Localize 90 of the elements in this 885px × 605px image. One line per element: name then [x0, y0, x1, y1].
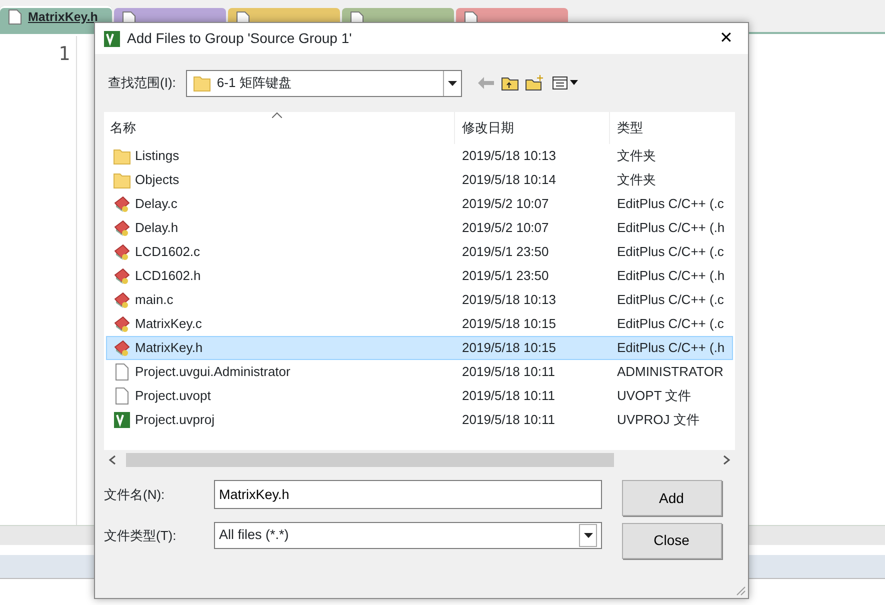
file-type: EditPlus C/C++ (.h — [617, 268, 725, 284]
file-row[interactable]: LCD1602.c 2019/5/1 23:50 EditPlus C/C++ (.c — [106, 240, 733, 264]
file-type: EditPlus C/C++ (.h — [617, 220, 725, 236]
editor-tab[interactable]: MatrixKey.h — [0, 6, 112, 32]
scroll-right-icon — [723, 455, 731, 465]
file-type: EditPlus C/C++ (.c — [617, 292, 724, 308]
file-date: 2019/5/1 23:50 — [462, 268, 549, 284]
file-name: LCD1602.h — [135, 267, 201, 286]
source-file-icon — [113, 315, 131, 333]
file-date: 2019/5/1 23:50 — [462, 244, 549, 260]
file-name: MatrixKey.c — [135, 315, 202, 334]
view-menu-icon — [552, 76, 578, 90]
source-file-icon — [113, 339, 131, 357]
file-name: Project.uvgui.Administrator — [135, 363, 290, 382]
file-type-label: 文件类型(T): — [104, 526, 178, 545]
column-header[interactable]: 类型 — [609, 112, 735, 144]
close-button[interactable]: ✕ — [704, 23, 748, 54]
file-type: UVPROJ 文件 — [617, 412, 700, 428]
scroll-left-icon — [108, 455, 116, 465]
new-folder-icon — [525, 75, 546, 91]
file-name: LCD1602.c — [135, 243, 200, 262]
file-type: UVOPT 文件 — [617, 388, 692, 404]
file-name-field[interactable]: MatrixKey.h — [214, 480, 602, 509]
folder-name: 6-1 矩阵键盘 — [216, 74, 292, 92]
file-name: Delay.c — [135, 195, 178, 214]
window-title: Add Files to Group 'Source Group 1' — [127, 29, 352, 48]
file-date: 2019/5/18 10:15 — [462, 340, 556, 356]
file-name: MatrixKey.h — [135, 339, 203, 358]
file-row[interactable]: MatrixKey.h 2019/5/18 10:15 EditPlus C/C++ (.h — [106, 336, 733, 360]
file-date: 2019/5/18 10:11 — [462, 388, 556, 404]
file-row[interactable]: Project.uvopt 2019/5/18 10:11 UVOPT 文件 — [106, 384, 733, 408]
file-type: EditPlus C/C++ (.c — [617, 244, 724, 260]
file-type-dropdown[interactable]: All files (*.*) — [214, 522, 602, 549]
back-arrow-icon — [478, 77, 494, 89]
file-row[interactable]: main.c 2019/5/18 10:13 EditPlus C/C++ (.c — [106, 288, 733, 312]
file-row[interactable]: Project.uvproj 2019/5/18 10:11 UVPROJ 文件 — [106, 408, 733, 432]
file-row[interactable]: Listings 2019/5/18 10:13 文件夹 — [106, 144, 733, 168]
caret-icon — [448, 80, 457, 86]
folder-icon — [113, 171, 131, 189]
file-name: main.c — [135, 291, 174, 310]
file-date: 2019/5/2 10:07 — [462, 196, 549, 212]
file-row[interactable]: MatrixKey.c 2019/5/18 10:15 EditPlus C/C++ (.c — [106, 312, 733, 336]
file-row[interactable]: Objects 2019/5/18 10:14 文件夹 — [106, 168, 733, 192]
file-name: Listings — [135, 147, 180, 166]
sort-caret-icon — [272, 112, 282, 118]
file-date: 2019/5/18 10:11 — [462, 364, 556, 380]
file-type: 文件夹 — [617, 172, 656, 188]
file-date: 2019/5/18 10:15 — [462, 316, 556, 332]
file-row[interactable]: Delay.h 2019/5/2 10:07 EditPlus C/C++ (.h — [106, 216, 733, 240]
file-date: 2019/5/18 10:13 — [462, 148, 556, 164]
file-date: 2019/5/18 10:14 — [462, 172, 556, 188]
source-file-icon — [113, 219, 131, 237]
dialog-button[interactable]: Add — [622, 480, 722, 516]
file-type: EditPlus C/C++ (.h — [617, 340, 725, 356]
file-row[interactable]: Project.uvgui.Administrator 2019/5/18 10:11 ADMINISTRATOR — [106, 360, 733, 384]
source-file-icon — [113, 291, 131, 309]
look-in-label: 查找范围(I): — [108, 74, 176, 92]
file-name: Project.uvopt — [135, 387, 211, 406]
document-icon — [113, 387, 131, 405]
file-date: 2019/5/2 10:07 — [462, 220, 549, 236]
file-date: 2019/5/18 10:11 — [462, 412, 556, 428]
dialog-button[interactable]: Close — [622, 522, 722, 558]
line-number: 1 — [58, 42, 70, 67]
resize-grip-icon — [736, 586, 746, 596]
column-header[interactable]: 名称 — [104, 112, 454, 144]
caret-icon — [584, 533, 592, 538]
file-type: ADMINISTRATOR — [617, 364, 724, 380]
file-row[interactable]: LCD1602.h 2019/5/1 23:50 EditPlus C/C++ (.h — [106, 264, 733, 288]
app-logo-icon — [103, 30, 121, 48]
folder-icon — [113, 147, 131, 165]
look-in-dropdown[interactable]: 6-1 矩阵键盘 — [186, 70, 462, 96]
document-icon — [8, 9, 22, 25]
column-header[interactable]: 修改日期 — [454, 112, 609, 144]
file-name: Objects — [135, 171, 180, 190]
file-type: EditPlus C/C++ (.c — [617, 196, 724, 212]
file-name: Delay.h — [135, 219, 178, 238]
file-date: 2019/5/18 10:13 — [462, 292, 556, 308]
source-file-icon — [113, 195, 131, 213]
file-name: Project.uvproj — [135, 411, 214, 430]
document-icon — [113, 363, 131, 381]
file-type: 文件夹 — [617, 148, 656, 164]
scrollbar-thumb[interactable] — [126, 453, 614, 467]
source-file-icon — [113, 243, 131, 261]
app-logo-icon — [113, 411, 131, 429]
folder-icon — [192, 74, 211, 92]
file-name-label: 文件名(N): — [104, 486, 166, 504]
file-row[interactable]: Delay.c 2019/5/2 10:07 EditPlus C/C++ (.c — [106, 192, 733, 216]
source-file-icon — [113, 267, 131, 285]
file-type: EditPlus C/C++ (.c — [617, 316, 724, 332]
up-folder-icon — [500, 75, 519, 91]
